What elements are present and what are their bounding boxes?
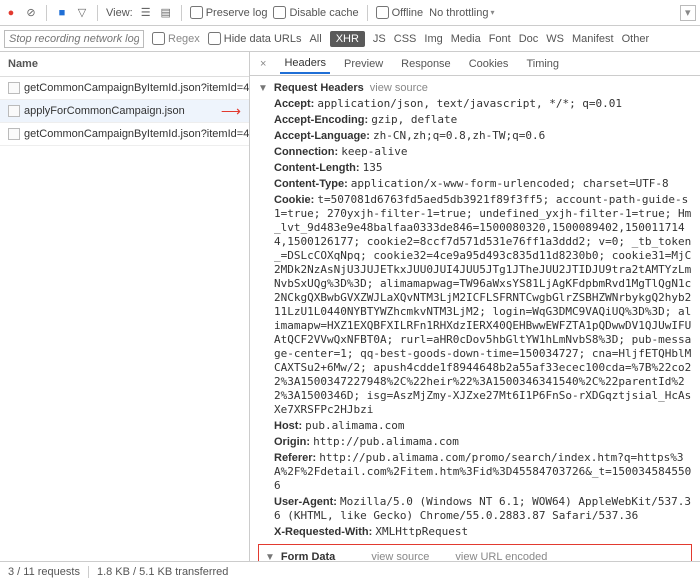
header-line: Cookie: t=507081d6763fd5aed5db3921f89f3f… xyxy=(274,192,692,418)
view-url-encoded-link[interactable]: view URL encoded xyxy=(455,551,547,561)
hide-data-urls-checkbox[interactable]: Hide data URLs xyxy=(208,32,302,45)
clear-icon[interactable]: ⊘ xyxy=(24,6,38,20)
header-line: Accept: application/json, text/javascrip… xyxy=(274,96,692,112)
filter-input[interactable] xyxy=(4,30,144,48)
file-icon xyxy=(8,105,20,117)
offline-checkbox[interactable]: Offline xyxy=(376,6,424,19)
header-line: Connection: keep-alive xyxy=(274,144,692,160)
form-data-section[interactable]: ▼ Form Data view source view URL encoded xyxy=(265,549,685,561)
filter-doc[interactable]: Doc xyxy=(519,33,539,45)
header-line: Host: pub.alimama.com xyxy=(274,418,692,434)
request-row[interactable]: applyForCommonCampaign.json⟶ xyxy=(0,100,249,123)
close-details-icon[interactable]: × xyxy=(256,58,270,70)
transferred-size: 1.8 KB / 5.1 KB transferred xyxy=(97,566,228,578)
disable-cache-checkbox[interactable]: Disable cache xyxy=(273,6,358,19)
details-panel: × Headers Preview Response Cookies Timin… xyxy=(250,52,700,561)
details-tabs: × Headers Preview Response Cookies Timin… xyxy=(250,52,700,76)
regex-checkbox[interactable]: Regex xyxy=(152,32,200,45)
header-line: Referer: http://pub.alimama.com/promo/se… xyxy=(274,450,692,494)
annotation-arrow-icon: ⟶ xyxy=(221,103,241,120)
filter-manifest[interactable]: Manifest xyxy=(572,33,614,45)
header-line: Accept-Encoding: gzip, deflate xyxy=(274,112,692,128)
collapse-triangle-icon[interactable]: ▼ xyxy=(258,83,268,94)
filter-css[interactable]: CSS xyxy=(394,33,417,45)
tab-response[interactable]: Response xyxy=(397,55,455,73)
filter-img[interactable]: Img xyxy=(424,33,442,45)
filter-font[interactable]: Font xyxy=(489,33,511,45)
more-select[interactable]: ▾ xyxy=(680,5,696,21)
tab-preview[interactable]: Preview xyxy=(340,55,387,73)
collapse-triangle-icon[interactable]: ▼ xyxy=(265,552,275,562)
header-line: Content-Type: application/x-www-form-url… xyxy=(274,176,692,192)
view-source-link[interactable]: view source xyxy=(370,82,428,94)
header-line: Accept-Language: zh-CN,zh;q=0.8,zh-TW;q=… xyxy=(274,128,692,144)
tab-cookies[interactable]: Cookies xyxy=(465,55,513,73)
filter-media[interactable]: Media xyxy=(451,33,481,45)
record-icon[interactable]: ● xyxy=(4,6,18,20)
preserve-log-checkbox[interactable]: Preserve log xyxy=(190,6,268,19)
headers-pane[interactable]: ▼ Request Headers view source Accept: ap… xyxy=(250,76,700,561)
network-toolbar: ● ⊘ ■ ▽ View: ☰ ▤ Preserve log Disable c… xyxy=(0,0,700,26)
header-line: Origin: http://pub.alimama.com xyxy=(274,434,692,450)
throttling-select[interactable]: No throttling▾ xyxy=(429,7,494,19)
filter-all[interactable]: All xyxy=(309,33,321,45)
view-source-link[interactable]: view source xyxy=(371,551,429,561)
request-headers-section[interactable]: ▼ Request Headers view source xyxy=(258,80,692,96)
view-label: View: xyxy=(106,7,133,19)
filter-js[interactable]: JS xyxy=(373,33,386,45)
large-rows-icon[interactable]: ☰ xyxy=(139,6,153,20)
file-icon xyxy=(8,128,20,140)
filter-other[interactable]: Other xyxy=(622,33,650,45)
capture-screenshot-icon[interactable]: ■ xyxy=(55,6,69,20)
file-icon xyxy=(8,82,20,94)
request-list: Name getCommonCampaignByItemId.json?item… xyxy=(0,52,250,561)
request-row[interactable]: getCommonCampaignByItemId.json?itemId=4… xyxy=(0,123,249,146)
status-bar: 3 / 11 requests 1.8 KB / 5.1 KB transfer… xyxy=(0,561,700,581)
tab-timing[interactable]: Timing xyxy=(522,55,563,73)
filter-bar: Regex Hide data URLs All XHR JS CSS Img … xyxy=(0,26,700,52)
overview-icon[interactable]: ▤ xyxy=(159,6,173,20)
header-line: User-Agent: Mozilla/5.0 (Windows NT 6.1;… xyxy=(274,494,692,524)
filter-toggle-icon[interactable]: ▽ xyxy=(75,6,89,20)
request-row[interactable]: getCommonCampaignByItemId.json?itemId=4… xyxy=(0,77,249,100)
header-line: X-Requested-With: XMLHttpRequest xyxy=(274,524,692,540)
request-count: 3 / 11 requests xyxy=(8,566,80,578)
header-line: Content-Length: 135 xyxy=(274,160,692,176)
filter-ws[interactable]: WS xyxy=(546,33,564,45)
column-header-name[interactable]: Name xyxy=(0,52,249,77)
filter-xhr[interactable]: XHR xyxy=(330,31,365,47)
tab-headers[interactable]: Headers xyxy=(280,54,330,74)
form-data-box: ▼ Form Data view source view URL encoded… xyxy=(258,544,692,561)
main-split: Name getCommonCampaignByItemId.json?item… xyxy=(0,52,700,561)
